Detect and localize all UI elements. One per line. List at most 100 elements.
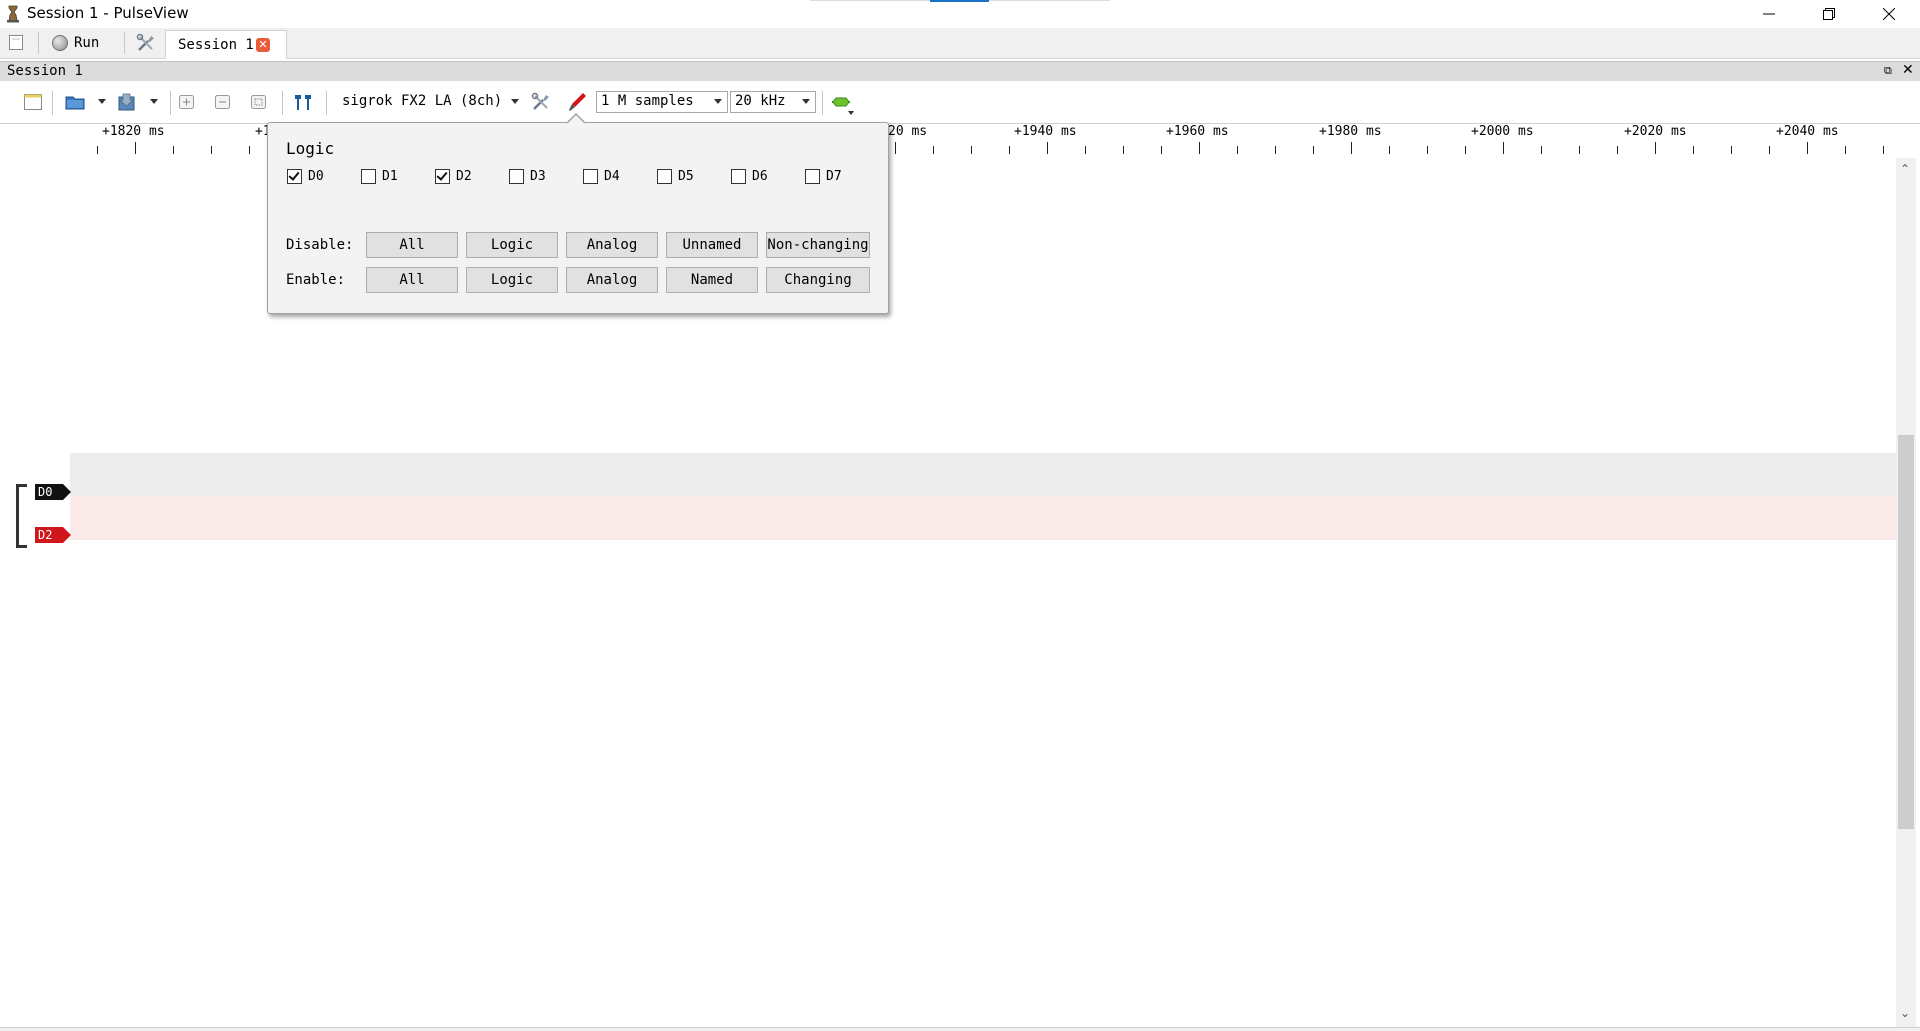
checkbox-checked-icon <box>435 169 450 184</box>
channel-label-d0[interactable]: D0 <box>35 484 71 500</box>
disable-row-label: Disable: <box>286 237 354 253</box>
trace-row-d0[interactable] <box>70 453 1896 496</box>
zoom-in-icon[interactable] <box>176 91 198 113</box>
disable-all-button[interactable]: All <box>366 232 458 258</box>
open-folder-icon[interactable] <box>64 91 86 113</box>
ruler-minor-tick <box>971 146 972 154</box>
channel-group-bracket <box>16 484 27 548</box>
enable-analog-button[interactable]: Analog <box>566 267 658 293</box>
chevron-down-icon <box>802 99 810 104</box>
channel-checkbox-d3[interactable]: D3 <box>509 169 546 184</box>
ruler-minor-tick <box>1123 146 1124 154</box>
channel-checkbox-d6[interactable]: D6 <box>731 169 768 184</box>
checkbox-unchecked-icon <box>731 169 746 184</box>
checkbox-label: D0 <box>308 169 324 184</box>
toolbar-divider <box>170 91 171 115</box>
open-dropdown-icon[interactable] <box>98 99 106 104</box>
tab-session-1[interactable]: Session 1 ✕ <box>165 30 287 59</box>
checkbox-label: D4 <box>604 169 620 184</box>
channel-checkbox-d1[interactable]: D1 <box>361 169 398 184</box>
ruler-minor-tick <box>1845 146 1846 154</box>
channel-checkbox-d7[interactable]: D7 <box>805 169 842 184</box>
toolbar-divider <box>52 91 53 115</box>
save-dropdown-icon[interactable] <box>150 99 158 104</box>
checkbox-label: D2 <box>456 169 472 184</box>
ruler-major-tick <box>1199 142 1200 154</box>
checkbox-label: D3 <box>530 169 546 184</box>
toolbar-divider <box>822 91 823 115</box>
main-toolbar: sigrok FX2 LA (8ch) 1 M samples 20 kHz <box>0 81 1920 124</box>
add-decoder-icon[interactable] <box>830 91 852 113</box>
ruler-major-tick <box>135 142 136 154</box>
toolbar-divider <box>282 91 283 115</box>
dock-float-icon[interactable]: ⧉ <box>1884 64 1892 78</box>
disable-non-changing-button[interactable]: Non-changing <box>766 232 870 258</box>
channel-checkbox-d0[interactable]: D0 <box>287 169 324 184</box>
device-config-tools-icon[interactable] <box>530 91 552 113</box>
channel-checkbox-d5[interactable]: D5 <box>657 169 694 184</box>
disable-logic-button[interactable]: Logic <box>466 232 558 258</box>
ruler-minor-tick <box>1731 146 1732 154</box>
ruler-major-tick <box>1655 142 1656 154</box>
vertical-scrollbar[interactable]: ⌃ ⌄ <box>1896 158 1916 1028</box>
channels-probe-icon[interactable] <box>566 91 588 113</box>
ruler-tick-label: +1960 ms <box>1166 124 1229 139</box>
disable-analog-button[interactable]: Analog <box>566 232 658 258</box>
trace-row-d2[interactable] <box>70 496 1896 540</box>
ruler-minor-tick <box>1085 146 1086 154</box>
checkbox-unchecked-icon <box>361 169 376 184</box>
close-tab-icon[interactable]: ✕ <box>256 38 270 52</box>
close-icon <box>1883 8 1895 20</box>
restore-button[interactable] <box>1800 0 1858 28</box>
ruler-minor-tick <box>1237 146 1238 154</box>
checkbox-label: D5 <box>678 169 694 184</box>
samplerate-combo[interactable]: 20 kHz <box>730 91 816 113</box>
channels-popup: Logic D0 D1 D2 D3 D4 D5 D6 D7 Disable: Enable: … <box>267 122 889 314</box>
window-title: Session 1 - PulseView <box>27 4 189 22</box>
scroll-up-icon[interactable]: ⌃ <box>1900 162 1910 176</box>
enable-changing-button[interactable]: Changing <box>766 267 870 293</box>
zoom-out-icon[interactable] <box>212 91 234 113</box>
enable-all-button[interactable]: All <box>366 267 458 293</box>
ruler-tick-label: +2040 ms <box>1776 124 1839 139</box>
popup-pointer-fill <box>568 115 584 123</box>
new-view-icon[interactable] <box>22 91 44 113</box>
cursor-pair-icon[interactable] <box>292 91 314 113</box>
checkbox-unchecked-icon <box>805 169 820 184</box>
save-icon[interactable] <box>116 91 138 113</box>
ruler-minor-tick <box>1769 146 1770 154</box>
ruler-tick-label: +1980 ms <box>1319 124 1382 139</box>
ruler-minor-tick <box>1161 146 1162 154</box>
device-dropdown-icon[interactable] <box>511 99 519 104</box>
minimize-button[interactable] <box>1740 0 1798 28</box>
close-window-button[interactable] <box>1860 0 1918 28</box>
checkbox-checked-icon <box>287 169 302 184</box>
ruler-major-tick <box>1351 142 1352 154</box>
scrollbar-thumb[interactable] <box>1898 435 1914 829</box>
enable-logic-button[interactable]: Logic <box>466 267 558 293</box>
decoder-dropdown-icon[interactable] <box>848 111 854 115</box>
ruler-major-tick <box>1503 142 1504 154</box>
scroll-down-icon[interactable]: ⌄ <box>1900 1006 1910 1020</box>
ruler-tick-label: +2000 ms <box>1471 124 1534 139</box>
run-button[interactable]: Run <box>52 32 99 54</box>
ruler-tick-label: +1940 ms <box>1014 124 1077 139</box>
ruler-tick-label: 20 ms <box>888 124 928 139</box>
dock-close-icon[interactable]: ✕ <box>1902 62 1914 78</box>
sample-count-combo[interactable]: 1 M samples <box>596 91 728 113</box>
zoom-fit-icon[interactable] <box>248 91 270 113</box>
disable-unnamed-button[interactable]: Unnamed <box>666 232 758 258</box>
settings-tools-icon[interactable] <box>136 33 156 53</box>
run-icon <box>52 35 68 51</box>
status-strip <box>0 1027 1920 1031</box>
session-tab-bar: Run Session 1 ✕ <box>0 28 1920 59</box>
channel-header-column <box>0 158 71 1028</box>
device-selector[interactable]: sigrok FX2 LA (8ch) <box>342 93 502 109</box>
new-session-icon[interactable] <box>8 34 24 51</box>
enable-named-button[interactable]: Named <box>666 267 758 293</box>
channel-label-d2[interactable]: D2 <box>35 527 71 543</box>
dock-header: Session 1 ⧉ ✕ <box>0 61 1920 82</box>
channel-checkbox-d4[interactable]: D4 <box>583 169 620 184</box>
ruler-minor-tick <box>1883 146 1884 154</box>
channel-checkbox-d2[interactable]: D2 <box>435 169 472 184</box>
